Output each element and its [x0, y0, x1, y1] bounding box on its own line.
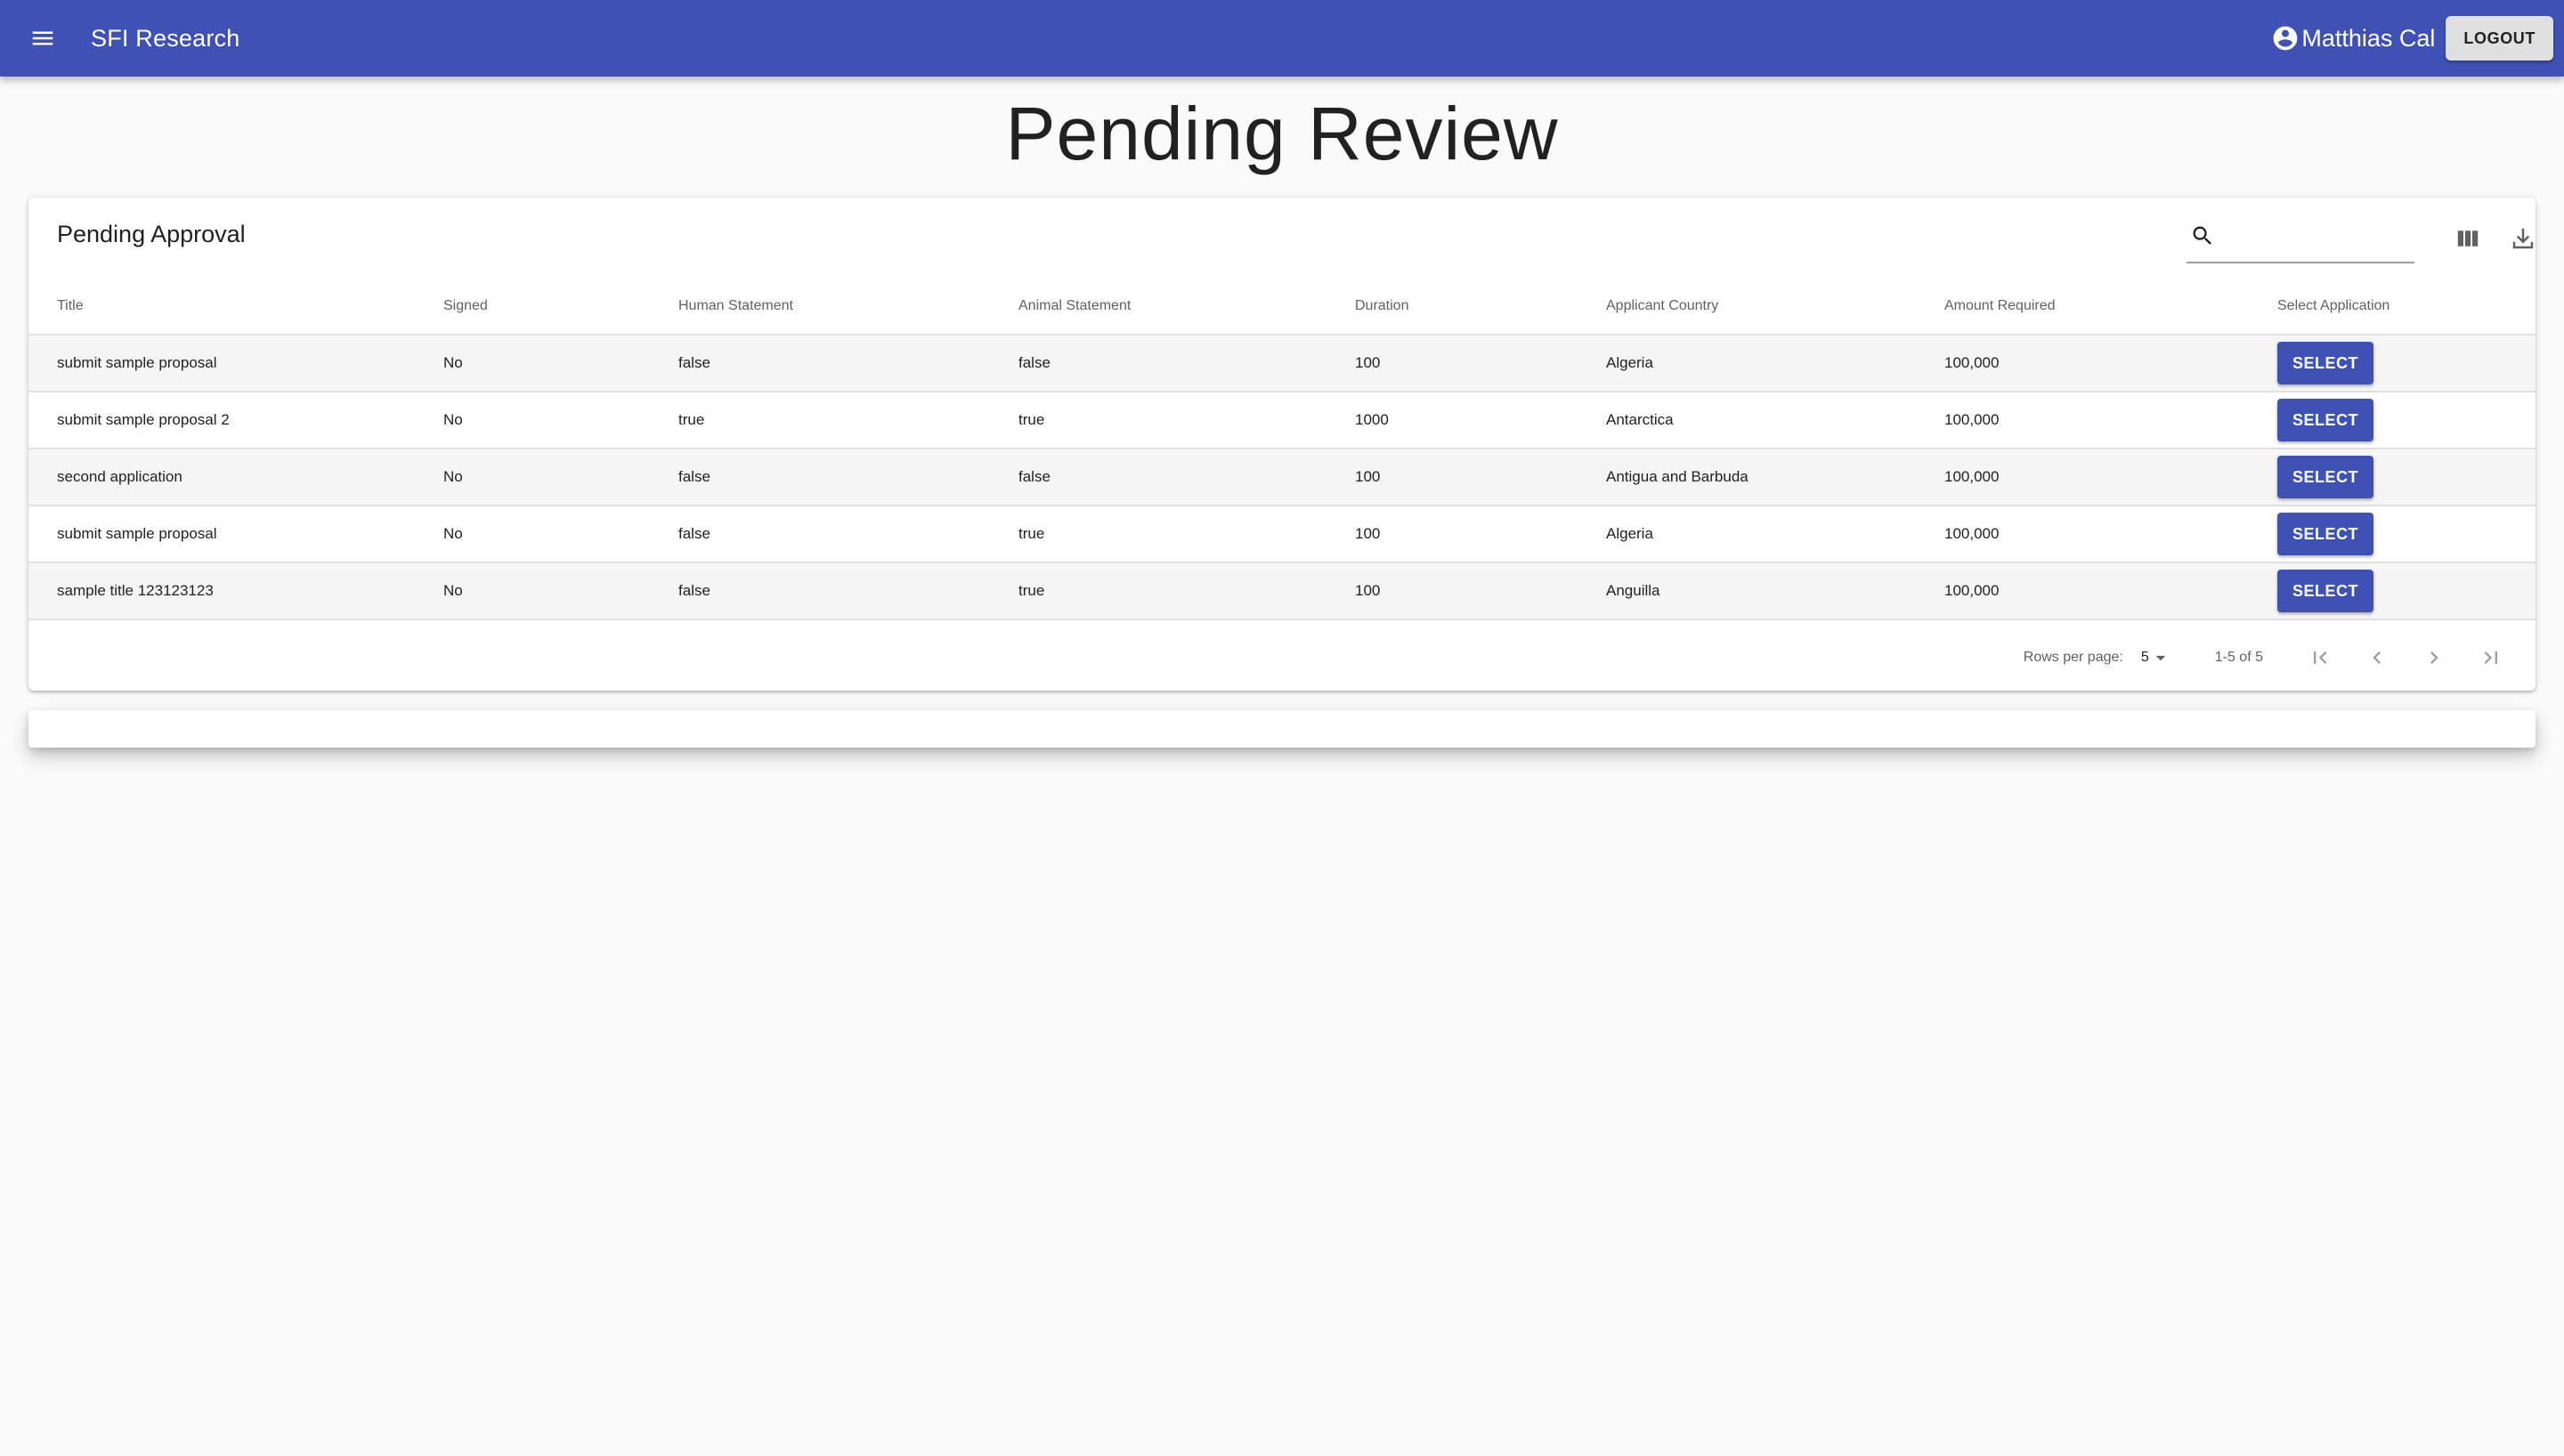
cell-title: submit sample proposal — [28, 506, 415, 563]
cell-signed: No — [415, 335, 650, 392]
pending-approval-table-card: Pending Approval Title Signed Human Stat… — [28, 198, 2536, 691]
cell-applicant-country: Algeria — [1578, 506, 1916, 563]
menu-button[interactable] — [16, 12, 69, 65]
cell-amount-required: 100,000 — [1916, 449, 2249, 506]
view-columns-button[interactable] — [2446, 217, 2489, 260]
table-row: submit sample proposal 2 No true true 10… — [28, 392, 2536, 449]
column-header-amount-required[interactable]: Amount Required — [1916, 278, 2249, 336]
cell-human-statement: true — [650, 392, 990, 449]
select-button[interactable]: SELECT — [2277, 342, 2373, 384]
search-field — [2187, 210, 2479, 263]
cell-duration: 100 — [1327, 335, 1578, 392]
cell-amount-required: 100,000 — [1916, 506, 2249, 563]
download-button[interactable] — [2502, 217, 2544, 260]
app-title[interactable]: SFI Research — [91, 25, 239, 53]
account-circle-icon — [2274, 26, 2298, 51]
cell-animal-statement: true — [990, 392, 1327, 449]
page-title: Pending Review — [1005, 92, 1559, 175]
cell-title: sample title 123123123 — [28, 562, 415, 620]
select-button[interactable]: SELECT — [2277, 570, 2373, 612]
previous-page-button[interactable] — [2349, 633, 2406, 683]
pagination-range: 1-5 of 5 — [2214, 650, 2263, 665]
cell-signed: No — [415, 449, 650, 506]
cell-select: SELECT — [2249, 562, 2536, 620]
last-page-button[interactable] — [2463, 633, 2519, 683]
cell-title: submit sample proposal — [28, 335, 415, 392]
table-pagination: Rows per page: 5 1-5 of 5 — [28, 625, 2536, 691]
empty-panel — [28, 710, 2536, 748]
column-header-title[interactable]: Title — [28, 278, 415, 336]
cell-human-statement: false — [650, 449, 990, 506]
cell-human-statement: false — [650, 506, 990, 563]
cell-applicant-country: Antigua and Barbuda — [1578, 449, 1916, 506]
chevron-right-icon — [2430, 651, 2438, 664]
cell-applicant-country: Anguilla — [1578, 562, 1916, 620]
select-button[interactable]: SELECT — [2277, 399, 2373, 441]
table-row: submit sample proposal No false false 10… — [28, 335, 2536, 392]
table-header-row: Title Signed Human Statement Animal Stat… — [28, 278, 2536, 336]
cell-human-statement: false — [650, 335, 990, 392]
logout-button[interactable]: LOGOUT — [2446, 16, 2553, 61]
cell-animal-statement: false — [990, 335, 1327, 392]
cell-animal-statement: true — [990, 562, 1327, 620]
cell-duration: 100 — [1327, 562, 1578, 620]
column-header-animal-statement[interactable]: Animal Statement — [990, 278, 1327, 336]
cell-signed: No — [415, 506, 650, 563]
menu-icon — [32, 31, 53, 45]
cell-amount-required: 100,000 — [1916, 335, 2249, 392]
user-account[interactable]: Matthias Cal — [2271, 24, 2435, 53]
select-button[interactable]: SELECT — [2277, 456, 2373, 498]
table-title: Pending Approval — [57, 221, 246, 247]
cell-applicant-country: Algeria — [1578, 335, 1916, 392]
cell-select: SELECT — [2249, 449, 2536, 506]
cell-animal-statement: true — [990, 506, 1327, 563]
table-row: sample title 123123123 No false true 100… — [28, 562, 2536, 620]
column-header-applicant-country[interactable]: Applicant Country — [1578, 278, 1916, 336]
cell-applicant-country: Antarctica — [1578, 392, 1916, 449]
cell-animal-statement: false — [990, 449, 1327, 506]
table-row: submit sample proposal No false true 100… — [28, 506, 2536, 563]
column-header-select-application: Select Application — [2249, 278, 2536, 336]
first-page-button[interactable] — [2292, 633, 2349, 683]
app-bar: SFI Research Matthias Cal LOGOUT — [0, 0, 2564, 77]
view-column-icon — [2457, 231, 2479, 247]
column-header-signed[interactable]: Signed — [415, 278, 650, 336]
cell-select: SELECT — [2249, 392, 2536, 449]
table-row: second application No false false 100 An… — [28, 449, 2536, 506]
cell-title: submit sample proposal 2 — [28, 392, 415, 449]
column-header-human-statement[interactable]: Human Statement — [650, 278, 990, 336]
cell-duration: 100 — [1327, 506, 1578, 563]
chevron-left-icon — [2373, 651, 2381, 664]
rows-per-page-select[interactable]: 5 — [2141, 646, 2172, 669]
cell-amount-required: 100,000 — [1916, 392, 2249, 449]
cell-signed: No — [415, 562, 650, 620]
rows-per-page-label: Rows per page: — [2023, 650, 2123, 665]
column-header-duration[interactable]: Duration — [1327, 278, 1578, 336]
table-toolbar: Pending Approval — [28, 198, 2536, 278]
first-page-icon — [2314, 651, 2327, 664]
cell-human-statement: false — [650, 562, 990, 620]
search-icon — [2190, 223, 2215, 248]
pending-approval-table: Title Signed Human Statement Animal Stat… — [28, 278, 2536, 620]
cell-amount-required: 100,000 — [1916, 562, 2249, 620]
dropdown-arrow-icon — [2155, 655, 2166, 661]
cell-select: SELECT — [2249, 506, 2536, 563]
user-name: Matthias Cal — [2301, 24, 2436, 52]
cell-signed: No — [415, 392, 650, 449]
cell-duration: 1000 — [1327, 392, 1578, 449]
cell-title: second application — [28, 449, 415, 506]
cell-duration: 100 — [1327, 449, 1578, 506]
cell-select: SELECT — [2249, 335, 2536, 392]
search-input[interactable] — [2222, 218, 2479, 254]
rows-per-page-value: 5 — [2140, 650, 2149, 665]
download-icon — [2512, 228, 2534, 249]
select-button[interactable]: SELECT — [2277, 513, 2373, 555]
next-page-button[interactable] — [2406, 633, 2463, 683]
last-page-icon — [2484, 651, 2497, 664]
